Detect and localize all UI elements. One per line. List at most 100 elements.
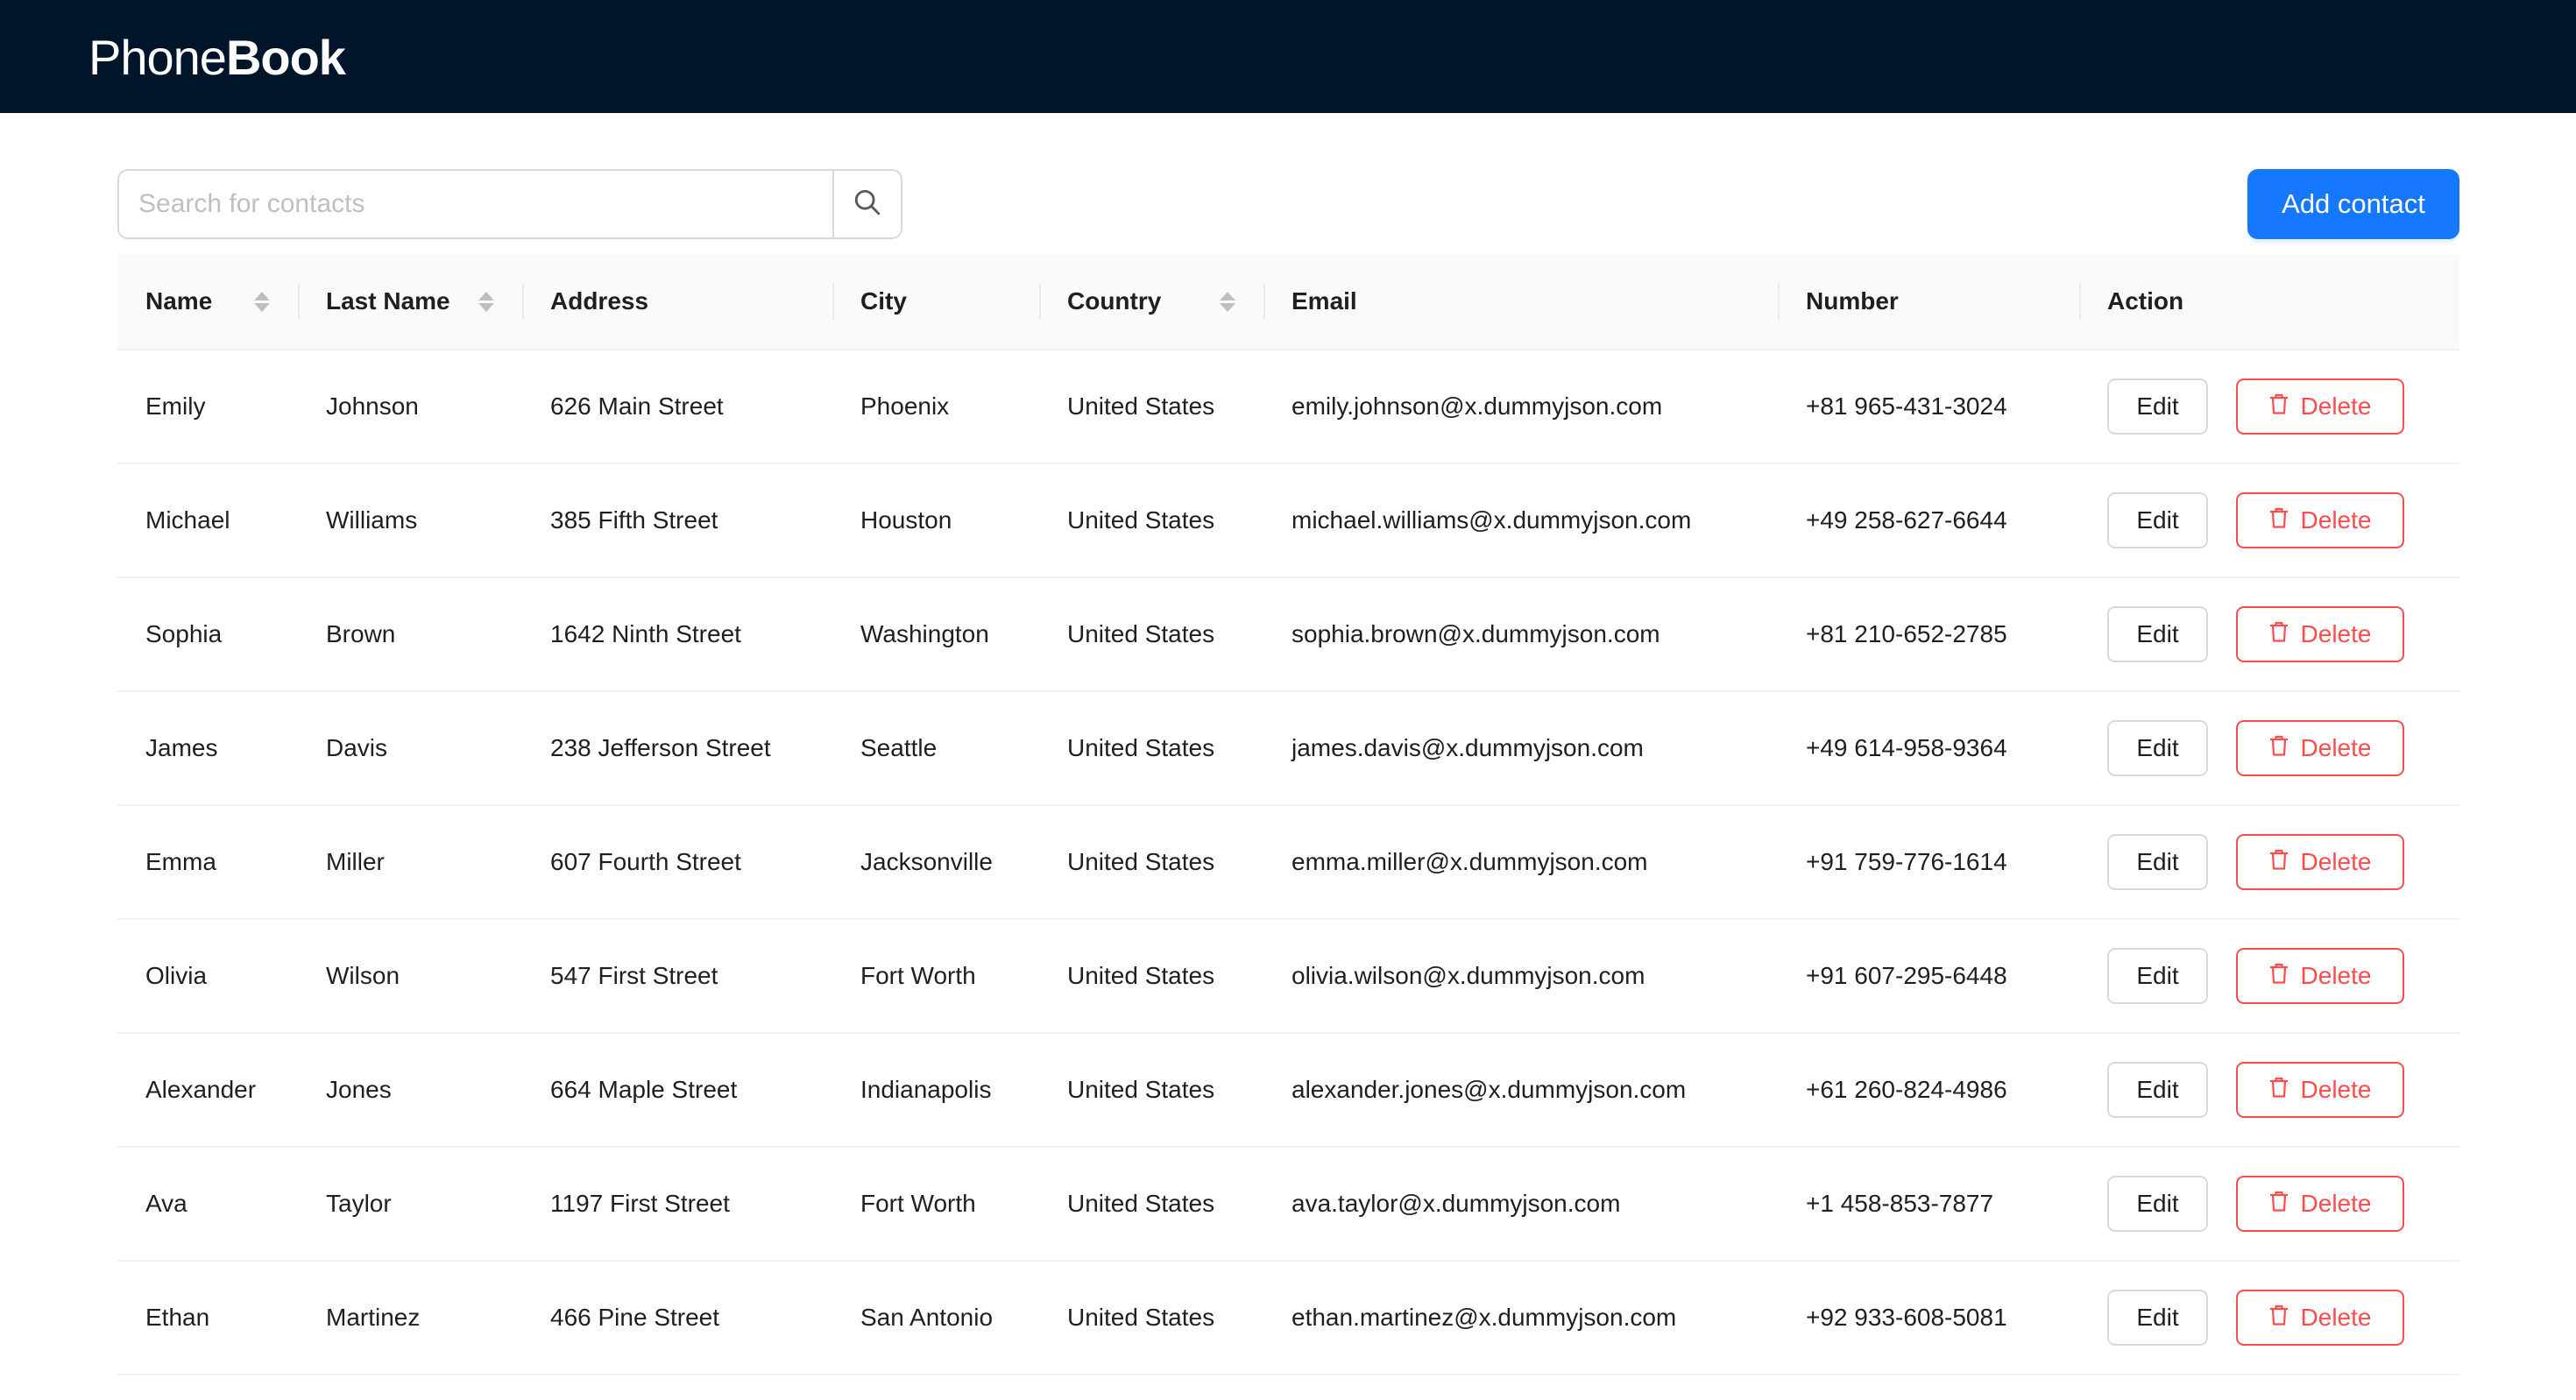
row-actions: Edit Delete <box>2107 1176 2459 1232</box>
edit-label: Edit <box>2136 1304 2179 1331</box>
trash-icon <box>2269 962 2289 990</box>
edit-button[interactable]: Edit <box>2107 378 2208 435</box>
cell-country: United States <box>1039 805 1263 920</box>
delete-button[interactable]: Delete <box>2236 378 2404 435</box>
edit-label: Edit <box>2136 1076 2179 1103</box>
cell-city: Houston <box>832 463 1039 578</box>
cell-email: james.davis@x.dummyjson.com <box>1263 691 1778 806</box>
delete-button[interactable]: Delete <box>2236 1290 2404 1346</box>
column-label: Last Name <box>326 287 450 315</box>
search-button[interactable] <box>832 171 901 237</box>
edit-label: Edit <box>2136 620 2179 647</box>
delete-button[interactable]: Delete <box>2236 1062 2404 1118</box>
logo-text-bold: Book <box>225 30 346 85</box>
table-row: Emma Miller 607 Fourth Street Jacksonvil… <box>117 805 2459 920</box>
cell-last-name: Martinez <box>298 1261 522 1375</box>
cell-address: 547 First Street <box>522 919 832 1034</box>
delete-label: Delete <box>2300 1304 2372 1331</box>
cell-country: United States <box>1039 691 1263 806</box>
cell-email: emily.johnson@x.dummyjson.com <box>1263 350 1778 464</box>
edit-button[interactable]: Edit <box>2107 1290 2208 1346</box>
cell-last-name: Davis <box>298 691 522 806</box>
column-header-action: Action <box>2079 254 2459 350</box>
row-actions: Edit Delete <box>2107 1290 2459 1346</box>
table-row: Sophia Brown 1642 Ninth Street Washingto… <box>117 577 2459 692</box>
column-label: Country <box>1067 287 1162 315</box>
cell-action: Edit Delete <box>2079 1033 2459 1148</box>
edit-label: Edit <box>2136 734 2179 761</box>
delete-button[interactable]: Delete <box>2236 948 2404 1004</box>
sort-icon[interactable] <box>254 291 270 312</box>
cell-name: Michael <box>117 463 298 578</box>
cell-name: James <box>117 691 298 806</box>
cell-country: United States <box>1039 919 1263 1034</box>
cell-action: Edit Delete <box>2079 463 2459 578</box>
sort-icon[interactable] <box>478 291 494 312</box>
edit-button[interactable]: Edit <box>2107 492 2208 548</box>
cell-number: +91 759-776-1614 <box>1778 805 2079 920</box>
cell-address: 607 Fourth Street <box>522 805 832 920</box>
column-header-country[interactable]: Country <box>1039 254 1263 350</box>
edit-button[interactable]: Edit <box>2107 1176 2208 1232</box>
cell-name: Emma <box>117 805 298 920</box>
cell-name: Olivia <box>117 919 298 1034</box>
delete-label: Delete <box>2300 506 2372 534</box>
cell-last-name: Williams <box>298 463 522 578</box>
cell-email: michael.williams@x.dummyjson.com <box>1263 463 1778 578</box>
delete-button[interactable]: Delete <box>2236 606 2404 662</box>
edit-button[interactable]: Edit <box>2107 948 2208 1004</box>
cell-number: +1 458-853-7877 <box>1778 1147 2079 1262</box>
cell-country: United States <box>1039 350 1263 464</box>
cell-address: 626 Main Street <box>522 350 832 464</box>
edit-label: Edit <box>2136 962 2179 989</box>
cell-email: ava.taylor@x.dummyjson.com <box>1263 1147 1778 1262</box>
cell-action: Edit Delete <box>2079 919 2459 1034</box>
table-row: Michael Williams 385 Fifth Street Housto… <box>117 463 2459 578</box>
cell-city: Seattle <box>832 691 1039 806</box>
cell-email: sophia.brown@x.dummyjson.com <box>1263 577 1778 692</box>
cell-address: 238 Jefferson Street <box>522 691 832 806</box>
edit-button[interactable]: Edit <box>2107 720 2208 776</box>
add-contact-button[interactable]: Add contact <box>2247 169 2459 239</box>
row-actions: Edit Delete <box>2107 948 2459 1004</box>
table-row: Ava Taylor 1197 First Street Fort Worth … <box>117 1147 2459 1262</box>
edit-button[interactable]: Edit <box>2107 1062 2208 1118</box>
row-actions: Edit Delete <box>2107 720 2459 776</box>
search-input[interactable] <box>119 171 832 237</box>
search-icon <box>853 187 882 222</box>
cell-number: +61 260-824-4986 <box>1778 1033 2079 1148</box>
delete-label: Delete <box>2300 392 2372 420</box>
cell-city: Fort Worth <box>832 1147 1039 1262</box>
cell-last-name: Miller <box>298 805 522 920</box>
cell-city: Fort Worth <box>832 919 1039 1034</box>
contacts-table: Name Last Name Address City Country Emai… <box>117 254 2459 1375</box>
edit-button[interactable]: Edit <box>2107 834 2208 890</box>
cell-address: 664 Maple Street <box>522 1033 832 1148</box>
delete-button[interactable]: Delete <box>2236 720 2404 776</box>
edit-button[interactable]: Edit <box>2107 606 2208 662</box>
column-header-last-name[interactable]: Last Name <box>298 254 522 350</box>
table-row: Alexander Jones 664 Maple Street Indiana… <box>117 1033 2459 1148</box>
cell-name: Ava <box>117 1147 298 1262</box>
cell-action: Edit Delete <box>2079 691 2459 806</box>
cell-name: Ethan <box>117 1261 298 1375</box>
sort-icon[interactable] <box>1220 291 1235 312</box>
cell-email: alexander.jones@x.dummyjson.com <box>1263 1033 1778 1148</box>
delete-button[interactable]: Delete <box>2236 1176 2404 1232</box>
cell-action: Edit Delete <box>2079 805 2459 920</box>
cell-last-name: Taylor <box>298 1147 522 1262</box>
top-header: PhoneBook <box>0 0 2576 113</box>
delete-button[interactable]: Delete <box>2236 492 2404 548</box>
column-label: Name <box>145 287 213 315</box>
edit-label: Edit <box>2136 506 2179 534</box>
cell-city: San Antonio <box>832 1261 1039 1375</box>
delete-label: Delete <box>2300 620 2372 647</box>
column-label: Email <box>1292 287 1357 315</box>
trash-icon <box>2269 620 2289 648</box>
column-header-name[interactable]: Name <box>117 254 298 350</box>
delete-button[interactable]: Delete <box>2236 834 2404 890</box>
cell-last-name: Brown <box>298 577 522 692</box>
delete-label: Delete <box>2300 962 2372 989</box>
column-header-city: City <box>832 254 1039 350</box>
app-logo[interactable]: PhoneBook <box>88 30 346 86</box>
